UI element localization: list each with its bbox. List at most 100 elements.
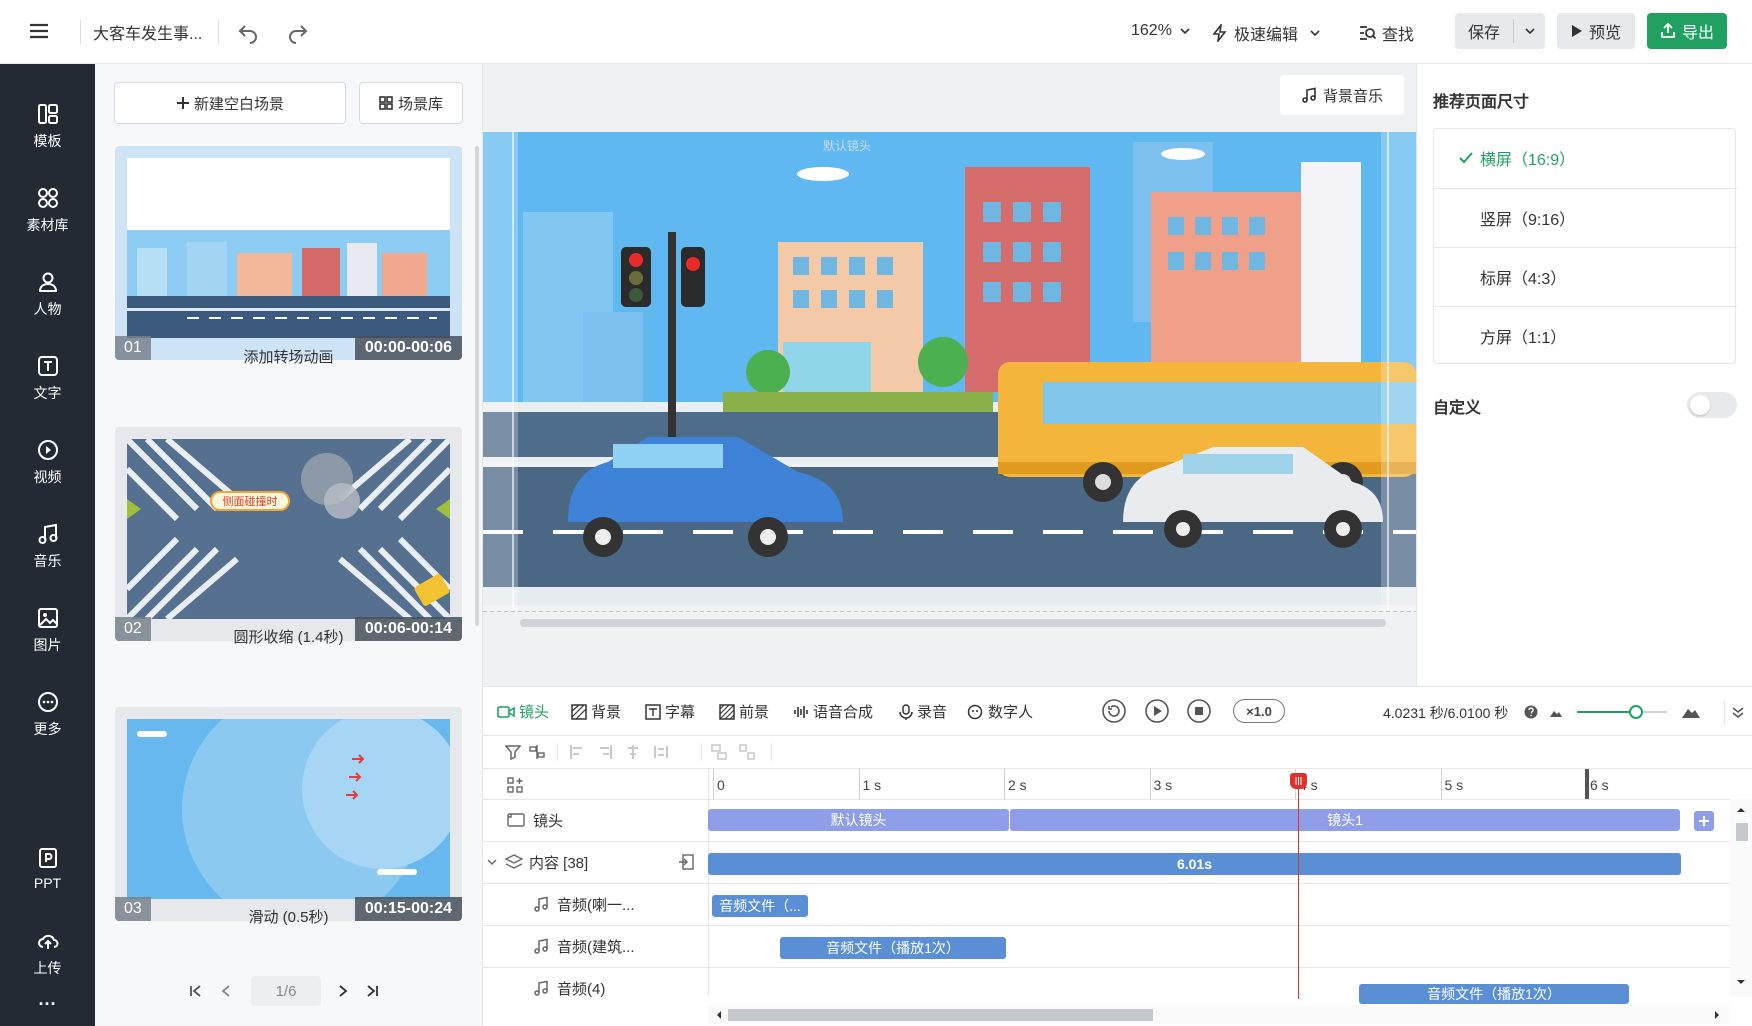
audio-clip-1[interactable]: 音频文件（...	[712, 895, 808, 917]
sidebar-item-template[interactable]: 模板	[0, 92, 95, 162]
ruler-tick	[858, 769, 860, 799]
scene-card-01[interactable]: 01 00:00-00:06	[115, 146, 462, 360]
help-icon[interactable]	[1524, 705, 1538, 719]
last-page-icon[interactable]	[365, 984, 379, 998]
sidebar-item-image[interactable]: 图片	[0, 596, 95, 666]
panel-title: 推荐页面尺寸	[1433, 94, 1530, 111]
content-clip[interactable]: 6.01s	[708, 853, 1681, 875]
find-button[interactable]: 查找	[1358, 21, 1414, 45]
redo-icon[interactable]	[286, 20, 316, 44]
grid-icon	[379, 96, 393, 110]
stop-icon[interactable]	[1186, 698, 1212, 724]
subtitle-icon	[645, 703, 661, 720]
sidebar-label: PPT	[33, 875, 62, 891]
size-option-16-9[interactable]: 横屏（16:9）	[1434, 129, 1737, 187]
transition-caption[interactable]: 滑动 (0.5秒)	[115, 906, 462, 927]
track-audio-2[interactable]: 音频(建筑...	[483, 925, 708, 967]
sidebar-label: 人物	[33, 301, 62, 317]
save-button[interactable]: 保存	[1455, 13, 1513, 49]
sidebar-item-person[interactable]: 人物	[0, 260, 95, 330]
project-title[interactable]: 大客车发生事...	[93, 20, 202, 44]
prev-page-icon[interactable]	[219, 984, 233, 998]
zoom-select[interactable]: 162%	[1131, 22, 1198, 40]
size-option-9-16[interactable]: 竖屏（9:16）	[1434, 188, 1737, 246]
zoom-in-icon[interactable]	[1682, 704, 1700, 718]
tab-record[interactable]: 录音	[899, 701, 947, 722]
replay-icon[interactable]	[1101, 698, 1127, 724]
speed-button[interactable]: ×1.0	[1233, 699, 1285, 723]
scene-card-02[interactable]: 侧面碰撞时 02 00:06-00:14	[115, 427, 462, 641]
audio-clip-2[interactable]: 音频文件（播放1次）	[780, 937, 1006, 959]
sidebar-label: 更多	[33, 721, 62, 737]
page-indicator[interactable]: 1/6	[251, 976, 321, 1006]
save-dropdown-icon[interactable]	[1514, 13, 1545, 49]
distribute-icon	[654, 746, 668, 758]
timeline-horizontal-scrollbar[interactable]	[708, 1005, 1730, 1025]
tab-subtitle[interactable]: 字幕	[645, 701, 695, 722]
timeline-vertical-scrollbar[interactable]	[1730, 799, 1752, 997]
size-option-1-1[interactable]: 方屏（1:1）	[1434, 306, 1737, 364]
zoom-slider-handle[interactable]	[1629, 705, 1643, 719]
scene-library-button[interactable]: 场景库	[359, 82, 463, 124]
track-camera[interactable]: 镜头	[483, 799, 708, 841]
find-label: 查找	[1382, 27, 1415, 44]
track-audio-1[interactable]: 音频(喇一...	[483, 883, 708, 925]
camera-clip-1[interactable]: 镜头1	[1010, 809, 1680, 831]
canvas-area: 背景音乐 默认镜头	[483, 64, 1416, 686]
zoom-value: 162%	[1131, 22, 1172, 39]
ruler-tick	[1004, 769, 1005, 799]
sidebar-item-video[interactable]: 视频	[0, 428, 95, 498]
timeline-zoom-slider[interactable]	[1577, 705, 1667, 719]
tab-background[interactable]: 背景	[571, 701, 621, 722]
more-dots-icon[interactable]: ···	[0, 994, 95, 1015]
export-button[interactable]: 导出	[1647, 13, 1727, 49]
track-settings-icon[interactable]	[507, 777, 523, 793]
sidebar-item-music[interactable]: 音乐	[0, 512, 95, 582]
edit-mode-select[interactable]: 极速编辑	[1212, 21, 1328, 45]
tab-tts[interactable]: 语音合成	[793, 701, 873, 722]
export-icon	[1661, 23, 1675, 38]
play-icon[interactable]	[1144, 698, 1170, 724]
add-camera-button[interactable]	[1694, 811, 1714, 831]
track-content[interactable]: 内容 [38]	[483, 841, 708, 883]
playhead-handle[interactable]	[1290, 773, 1308, 789]
zoom-out-icon[interactable]	[1550, 707, 1562, 717]
tab-digital-human[interactable]: 数字人	[966, 701, 1033, 722]
sidebar-item-assets[interactable]: 素材库	[0, 176, 95, 246]
custom-toggle[interactable]	[1687, 392, 1737, 418]
size-option-4-3[interactable]: 标屏（4:3）	[1434, 247, 1737, 305]
timeline-panel: 镜头 背景 字幕 前景 语音合成 录音 数字人 ×1.0 4.0231 秒/6.…	[483, 686, 1752, 1026]
scenes-scrollbar[interactable]	[475, 146, 479, 626]
new-scene-button[interactable]: 新建空白场景	[114, 82, 346, 124]
transition-caption[interactable]: 圆形收缩 (1.4秒)	[115, 626, 462, 647]
scene-thumbnail	[127, 158, 450, 338]
filter-icon[interactable]	[505, 744, 521, 760]
first-page-icon[interactable]	[189, 984, 203, 998]
track-label: 音频(建筑...	[557, 938, 635, 956]
collapse-panel-icon[interactable]	[1731, 705, 1745, 719]
align-left-icon	[570, 745, 582, 759]
camera-clip-default[interactable]: 默认镜头	[708, 809, 1009, 831]
track-audio-3[interactable]: 音频(4)	[483, 967, 708, 1009]
content-layers-icon	[505, 854, 523, 869]
transition-caption[interactable]: 添加转场动画	[115, 346, 462, 367]
preview-button[interactable]: 预览	[1557, 13, 1635, 49]
canvas-scrollbar[interactable]	[520, 619, 1386, 627]
audio-clip-3[interactable]: 音频文件（播放1次）	[1359, 984, 1629, 1004]
sidebar-item-more[interactable]: 更多	[0, 680, 95, 750]
tab-foreground[interactable]: 前景	[719, 701, 769, 722]
playhead[interactable]	[1290, 773, 1308, 999]
sidebar-item-upload[interactable]: 上传	[0, 919, 95, 989]
scene-card-03[interactable]: 03 00:15-00:24	[115, 707, 462, 921]
sidebar-item-ppt[interactable]: PPT	[0, 834, 95, 904]
hamburger-icon[interactable]	[28, 20, 56, 42]
tab-camera[interactable]: 镜头	[497, 701, 549, 722]
undo-icon[interactable]	[236, 20, 266, 44]
time-ruler[interactable]: 01 s2 s3 s4 s5 s6 s	[708, 769, 1752, 799]
split-icon[interactable]	[529, 744, 545, 760]
background-music-button[interactable]: 背景音乐	[1280, 75, 1404, 115]
next-page-icon[interactable]	[336, 984, 350, 998]
stage-scene[interactable]	[483, 132, 1416, 612]
sidebar-item-text[interactable]: 文字	[0, 344, 95, 414]
edit-mode-label: 极速编辑	[1234, 27, 1299, 44]
